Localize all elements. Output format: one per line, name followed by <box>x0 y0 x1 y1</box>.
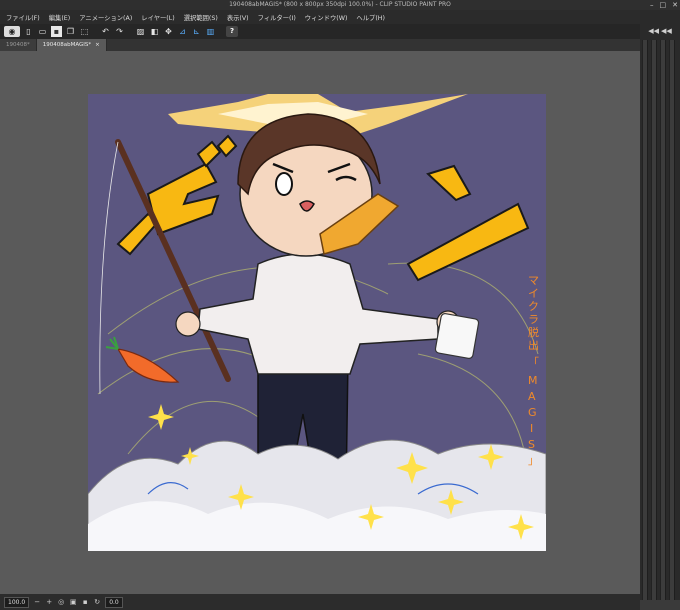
dock-controls: ◀◀ ◀◀ <box>640 24 680 38</box>
new-file-icon[interactable]: ▯ <box>23 26 34 37</box>
side-char: G <box>528 406 537 419</box>
menu-file[interactable]: ファイル(F) <box>6 13 40 22</box>
fill-icon[interactable]: ◧ <box>149 26 160 37</box>
minimize-button[interactable]: – <box>650 0 654 10</box>
menu-selection[interactable]: 選択範囲(S) <box>184 13 218 22</box>
separator <box>128 26 132 37</box>
dock-strip[interactable] <box>651 40 657 600</box>
collapse-icon[interactable]: ◀◀ <box>648 27 659 35</box>
menu-filter[interactable]: フィルター(I) <box>258 13 296 22</box>
side-char: I <box>530 422 533 435</box>
side-char: ラ <box>528 313 539 326</box>
window-title: 190408abMAGIS* (800 x 800px 350dpi 100.0… <box>229 1 451 8</box>
snap-grid-icon[interactable]: ▥ <box>205 26 216 37</box>
snap-icon[interactable]: ⊾ <box>191 26 202 37</box>
tab-label: 190408abMAGIS* <box>42 42 92 48</box>
close-button[interactable]: ✕ <box>672 0 678 10</box>
tab-label: 190408* <box>6 42 30 48</box>
tab-190408abmagis[interactable]: 190408abMAGIS* × <box>36 39 107 51</box>
water-splash <box>88 439 546 551</box>
side-char: A <box>528 390 536 403</box>
ruler-icon[interactable]: ⊿ <box>177 26 188 37</box>
carrot <box>105 336 180 383</box>
actual-size-icon[interactable]: ▪ <box>81 598 89 606</box>
menu-animation[interactable]: アニメーション(A) <box>79 13 132 22</box>
separator <box>219 26 223 37</box>
title-bar: 190408abMAGIS* (800 x 800px 350dpi 100.0… <box>0 0 680 10</box>
side-char: マ <box>528 274 539 287</box>
save-icon[interactable]: ▪ <box>51 26 62 37</box>
redo-icon[interactable]: ↷ <box>114 26 125 37</box>
eye-icon[interactable]: ◉ <box>4 26 20 37</box>
zoom-field[interactable]: 100.0 <box>4 596 30 608</box>
status-bar: 100.0 − + ◎ ▣ ▪ ↻ 0.0 <box>0 594 640 610</box>
tab-close-icon[interactable]: × <box>95 39 100 51</box>
document-tabs: 190408* 190408abMAGIS* × <box>0 39 640 51</box>
copy-icon[interactable]: ❐ <box>65 26 76 37</box>
artwork-canvas[interactable]: マ イ ク ラ 脱 出 「 M A G I S 」 <box>88 94 546 551</box>
side-char: 」 <box>528 454 539 467</box>
rotate-icon[interactable]: ↻ <box>93 598 101 606</box>
zoom-in-icon[interactable]: + <box>45 598 53 606</box>
command-bar: ◉ ▯ ▭ ▪ ❐ ⬚ ↶ ↷ ▨ ◧ ✥ ⊿ ⊾ ▥ ? <box>0 24 640 39</box>
zoom-icon[interactable]: ◎ <box>57 598 65 606</box>
menu-view[interactable]: 表示(V) <box>227 13 249 22</box>
window-controls: – □ ✕ <box>650 0 678 10</box>
zoom-out-icon[interactable]: − <box>33 598 41 606</box>
separator <box>93 26 97 37</box>
side-char: M <box>528 374 538 387</box>
menu-bar: ファイル(F) 編集(E) アニメーション(A) レイヤー(L) 選択範囲(S)… <box>0 10 640 24</box>
menu-edit[interactable]: 編集(E) <box>49 13 71 22</box>
menu-help[interactable]: ヘルプ(H) <box>356 13 385 22</box>
side-char: 出 <box>528 338 539 352</box>
artwork-illustration: マ イ ク ラ 脱 出 「 M A G I S 」 <box>88 94 546 551</box>
transform-icon[interactable]: ✥ <box>163 26 174 37</box>
dock-strip[interactable] <box>669 40 675 600</box>
menu-window[interactable]: ウィンドウ(W) <box>305 13 348 22</box>
angle-field[interactable]: 0.0 <box>105 596 123 608</box>
side-text: マ イ ク ラ 脱 出 「 M A G I S 」 <box>528 274 539 467</box>
fishing-line <box>99 141 119 395</box>
undo-icon[interactable]: ↶ <box>100 26 111 37</box>
help-button[interactable]: ? <box>226 26 238 37</box>
collapse-icon[interactable]: ◀◀ <box>661 27 672 35</box>
export-icon[interactable]: ⬚ <box>79 26 90 37</box>
side-char: 脱 <box>528 325 539 339</box>
dock-strip[interactable] <box>642 40 648 600</box>
side-char: イ <box>528 287 539 300</box>
menu-layer[interactable]: レイヤー(L) <box>141 13 174 22</box>
open-folder-icon[interactable]: ▭ <box>37 26 48 37</box>
clear-icon[interactable]: ▨ <box>135 26 146 37</box>
side-char: 「 <box>528 356 539 369</box>
side-char: S <box>528 438 535 451</box>
dock-strip[interactable] <box>660 40 666 600</box>
right-dock: ◀◀ ◀◀ <box>640 10 680 600</box>
maximize-button[interactable]: □ <box>660 0 667 10</box>
fit-icon[interactable]: ▣ <box>69 598 77 606</box>
side-char: ク <box>528 300 539 313</box>
tab-190408[interactable]: 190408* <box>0 39 37 51</box>
